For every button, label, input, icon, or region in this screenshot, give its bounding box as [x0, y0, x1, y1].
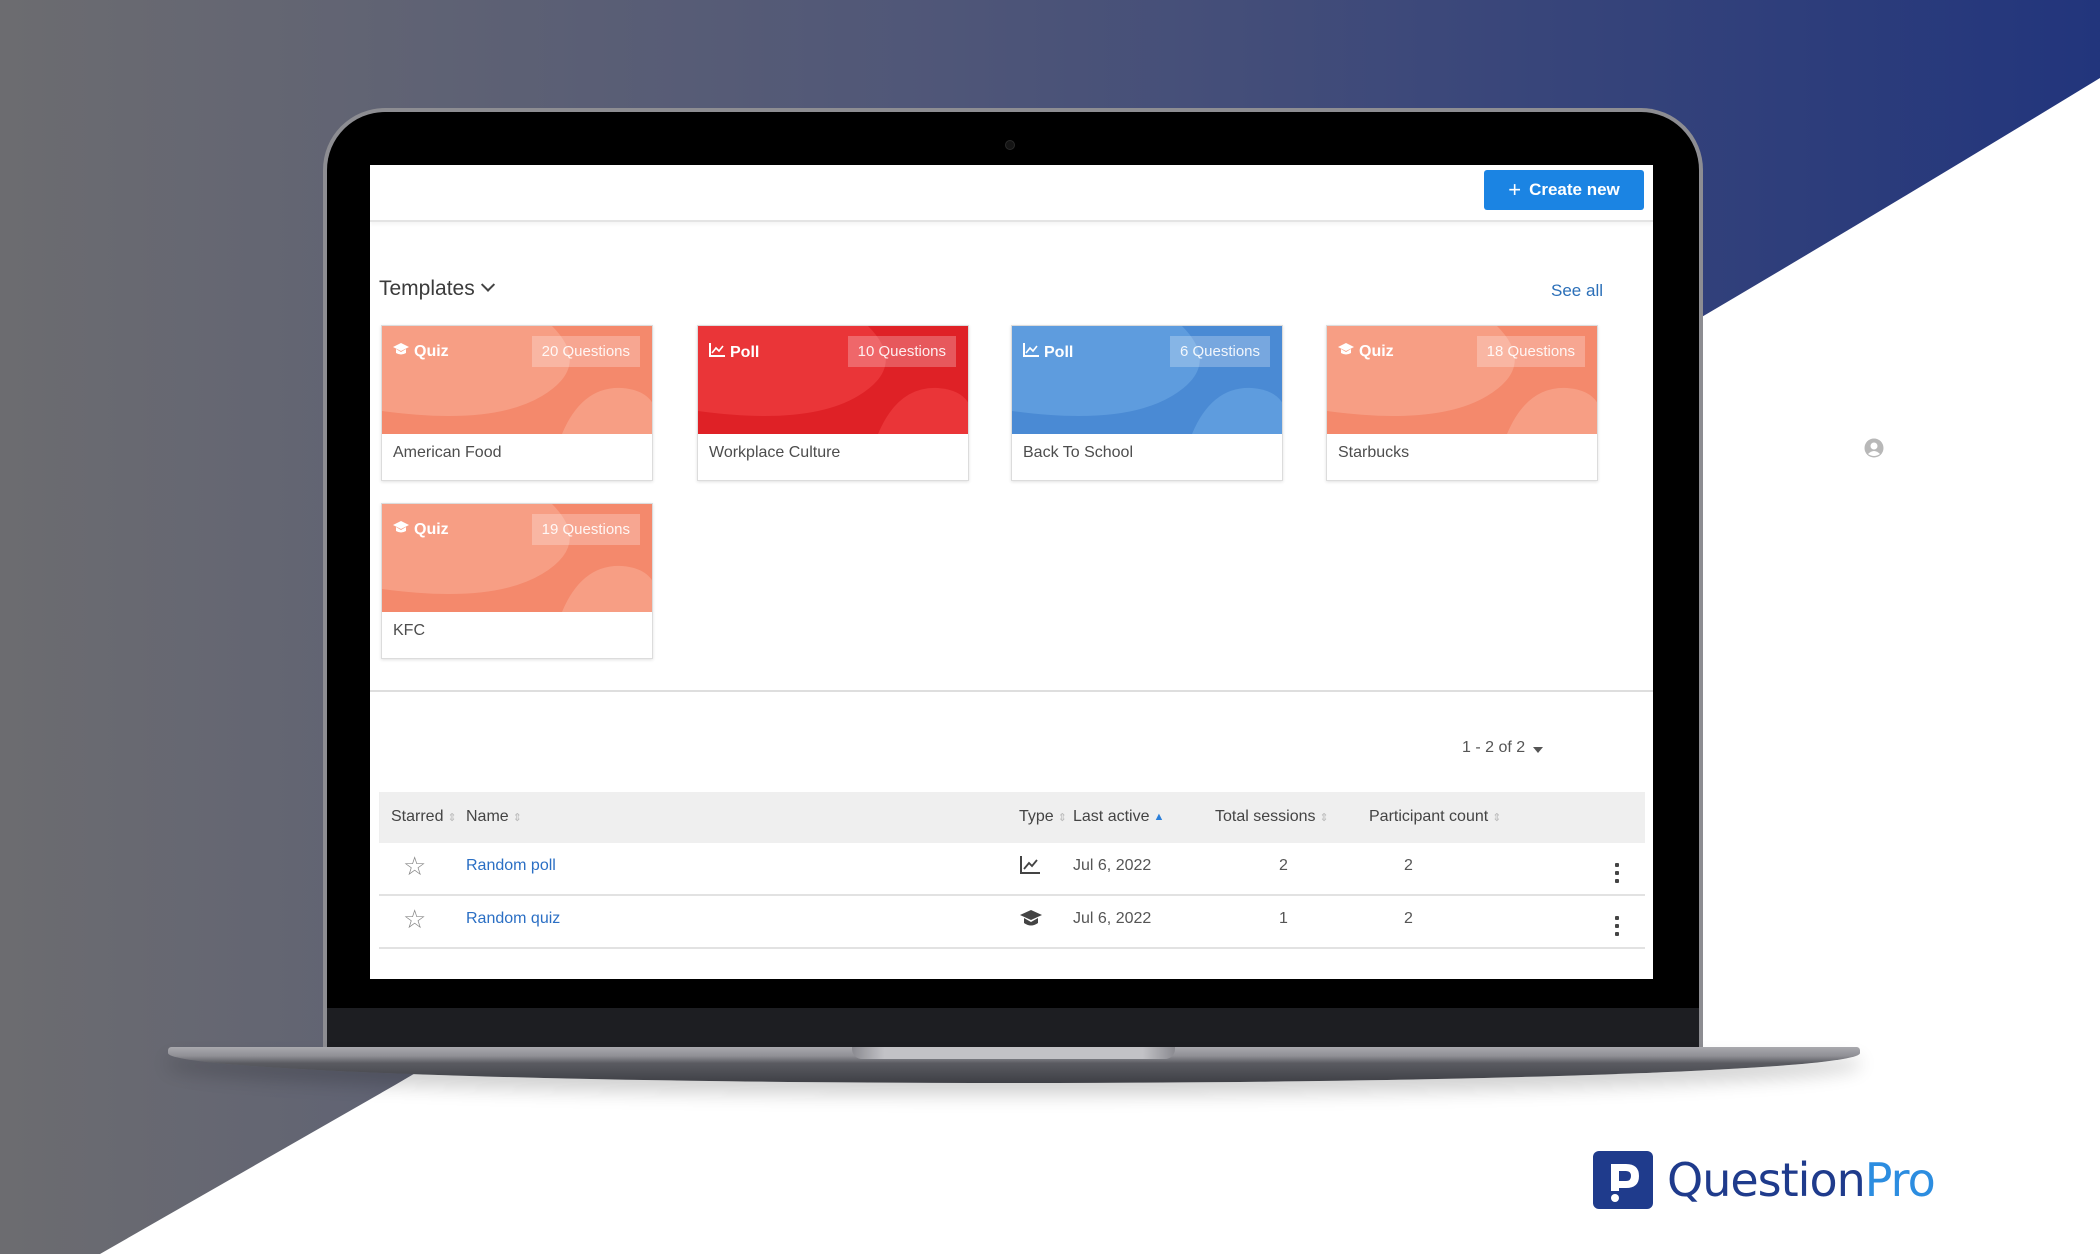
column-header-last-active[interactable]: Last active ▲: [1073, 808, 1164, 826]
template-title: KFC: [393, 622, 425, 639]
sort-icon: ⇕: [1492, 811, 1502, 824]
logo-word-pro: Pro: [1864, 1153, 1936, 1207]
table-row: ☆ Random quiz Jul 6, 2022 1 2: [379, 896, 1645, 949]
camera-icon: [1005, 140, 1015, 150]
questionpro-logo: QuestionPro: [1593, 1151, 1936, 1209]
see-all-link[interactable]: See all: [1551, 281, 1603, 301]
graduation-cap-icon: [392, 520, 410, 539]
template-type: Quiz: [392, 520, 449, 539]
user-avatar-icon[interactable]: [1864, 438, 1884, 458]
last-active-date: Jul 6, 2022: [1073, 910, 1152, 927]
participant-count-value: 2: [1404, 910, 1413, 927]
graduation-cap-icon: [1019, 908, 1043, 933]
graduation-cap-icon: [1337, 342, 1355, 361]
column-header-label: Type: [1019, 808, 1054, 825]
last-active-date: Jul 6, 2022: [1073, 857, 1152, 874]
template-type: Quiz: [1337, 342, 1394, 361]
templates-toggle[interactable]: Templates: [379, 277, 495, 301]
session-name-link[interactable]: Random quiz: [466, 910, 560, 928]
column-header-type[interactable]: Type ⇕: [1019, 808, 1067, 826]
template-type-label: Quiz: [414, 342, 449, 360]
section-divider: [370, 690, 1653, 692]
template-type: Poll: [708, 342, 759, 363]
template-title: Workplace Culture: [709, 444, 841, 461]
template-title: Back To School: [1023, 444, 1133, 461]
table-row: ☆ Random poll Jul 6, 2022 2 2: [379, 843, 1645, 896]
template-type-label: Quiz: [414, 520, 449, 538]
question-count-badge: 19 Questions: [531, 514, 640, 545]
total-sessions-value: 2: [1279, 857, 1288, 874]
template-card[interactable]: Quiz 20 Questions American Food: [381, 325, 653, 481]
template-card[interactable]: Poll 10 Questions Workplace Culture: [697, 325, 969, 481]
sort-ascending-icon: ▲: [1153, 811, 1165, 823]
column-header-total-sessions[interactable]: Total sessions ⇕: [1215, 808, 1329, 826]
chevron-down-icon: [480, 277, 495, 292]
template-type-label: Quiz: [1359, 342, 1394, 360]
questionpro-logo-icon: [1593, 1151, 1653, 1209]
participant-count-value: 2: [1404, 857, 1413, 874]
template-card[interactable]: Quiz 19 Questions KFC: [381, 503, 653, 659]
session-name-link[interactable]: Random poll: [466, 857, 556, 875]
templates-heading: Templates: [379, 277, 475, 300]
template-type: Poll: [1022, 342, 1073, 363]
star-icon[interactable]: ☆: [403, 851, 426, 882]
column-header-label: Total sessions: [1215, 808, 1316, 825]
total-sessions-value: 1: [1279, 910, 1288, 927]
template-card[interactable]: Poll 6 Questions Back To School: [1011, 325, 1283, 481]
sort-icon: ⇕: [1057, 811, 1067, 824]
chart-line-icon: [1022, 342, 1040, 363]
sort-icon: ⇕: [512, 811, 522, 824]
chart-line-icon: [1019, 855, 1041, 880]
table-body: ☆ Random poll Jul 6, 2022 2 2 ☆ Random quiz Jul…: [379, 843, 1645, 949]
table-header: Starred ⇕ Name ⇕ Type ⇕ Last active ▲ Total sess…: [379, 792, 1645, 843]
question-count-badge: 10 Questions: [847, 336, 956, 367]
template-type-label: Poll: [730, 343, 760, 361]
column-header-starred[interactable]: Starred ⇕: [391, 808, 457, 826]
template-type-label: Poll: [1044, 343, 1074, 361]
graduation-cap-icon: [392, 342, 410, 361]
more-options-icon[interactable]: [1615, 916, 1619, 936]
sort-icon: ⇕: [447, 811, 457, 824]
questionpro-wordmark: QuestionPro: [1667, 1153, 1936, 1207]
column-header-name[interactable]: Name ⇕: [466, 808, 522, 826]
template-title: American Food: [393, 444, 502, 461]
column-header-label: Last active: [1073, 808, 1150, 825]
laptop-notch: [852, 1047, 1175, 1059]
question-count-badge: 20 Questions: [531, 336, 640, 367]
sort-icon: ⇕: [1319, 811, 1329, 824]
laptop-chin: [327, 1008, 1699, 1050]
column-header-label: Starred: [391, 808, 444, 825]
star-icon[interactable]: ☆: [403, 904, 426, 935]
logo-word-question: Question: [1667, 1153, 1866, 1207]
template-title: Starbucks: [1338, 444, 1410, 461]
top-bar: + Create new: [370, 165, 1653, 222]
sessions-table: Starred ⇕ Name ⇕ Type ⇕ Last active ▲ Total sess…: [379, 792, 1645, 949]
create-new-button[interactable]: + Create new: [1484, 170, 1644, 210]
question-count-badge: 6 Questions: [1169, 336, 1270, 367]
pagination-dropdown[interactable]: 1 - 2 of 2: [1462, 739, 1544, 757]
caret-down-icon: [1533, 746, 1544, 753]
app-screen: + Create new Templates See all Quiz 20 Qu…: [370, 165, 1653, 979]
question-count-badge: 18 Questions: [1476, 336, 1585, 367]
pagination-label: 1 - 2 of 2: [1462, 739, 1526, 756]
template-type: Quiz: [392, 342, 449, 361]
plus-icon: +: [1508, 177, 1522, 202]
more-options-icon[interactable]: [1615, 863, 1619, 883]
column-header-label: Participant count: [1369, 808, 1489, 825]
column-header-label: Name: [466, 808, 509, 825]
template-card[interactable]: Quiz 18 Questions Starbucks: [1326, 325, 1598, 481]
column-header-participant-count[interactable]: Participant count ⇕: [1369, 808, 1501, 826]
create-new-label: Create new: [1529, 180, 1620, 199]
chart-line-icon: [708, 342, 726, 363]
